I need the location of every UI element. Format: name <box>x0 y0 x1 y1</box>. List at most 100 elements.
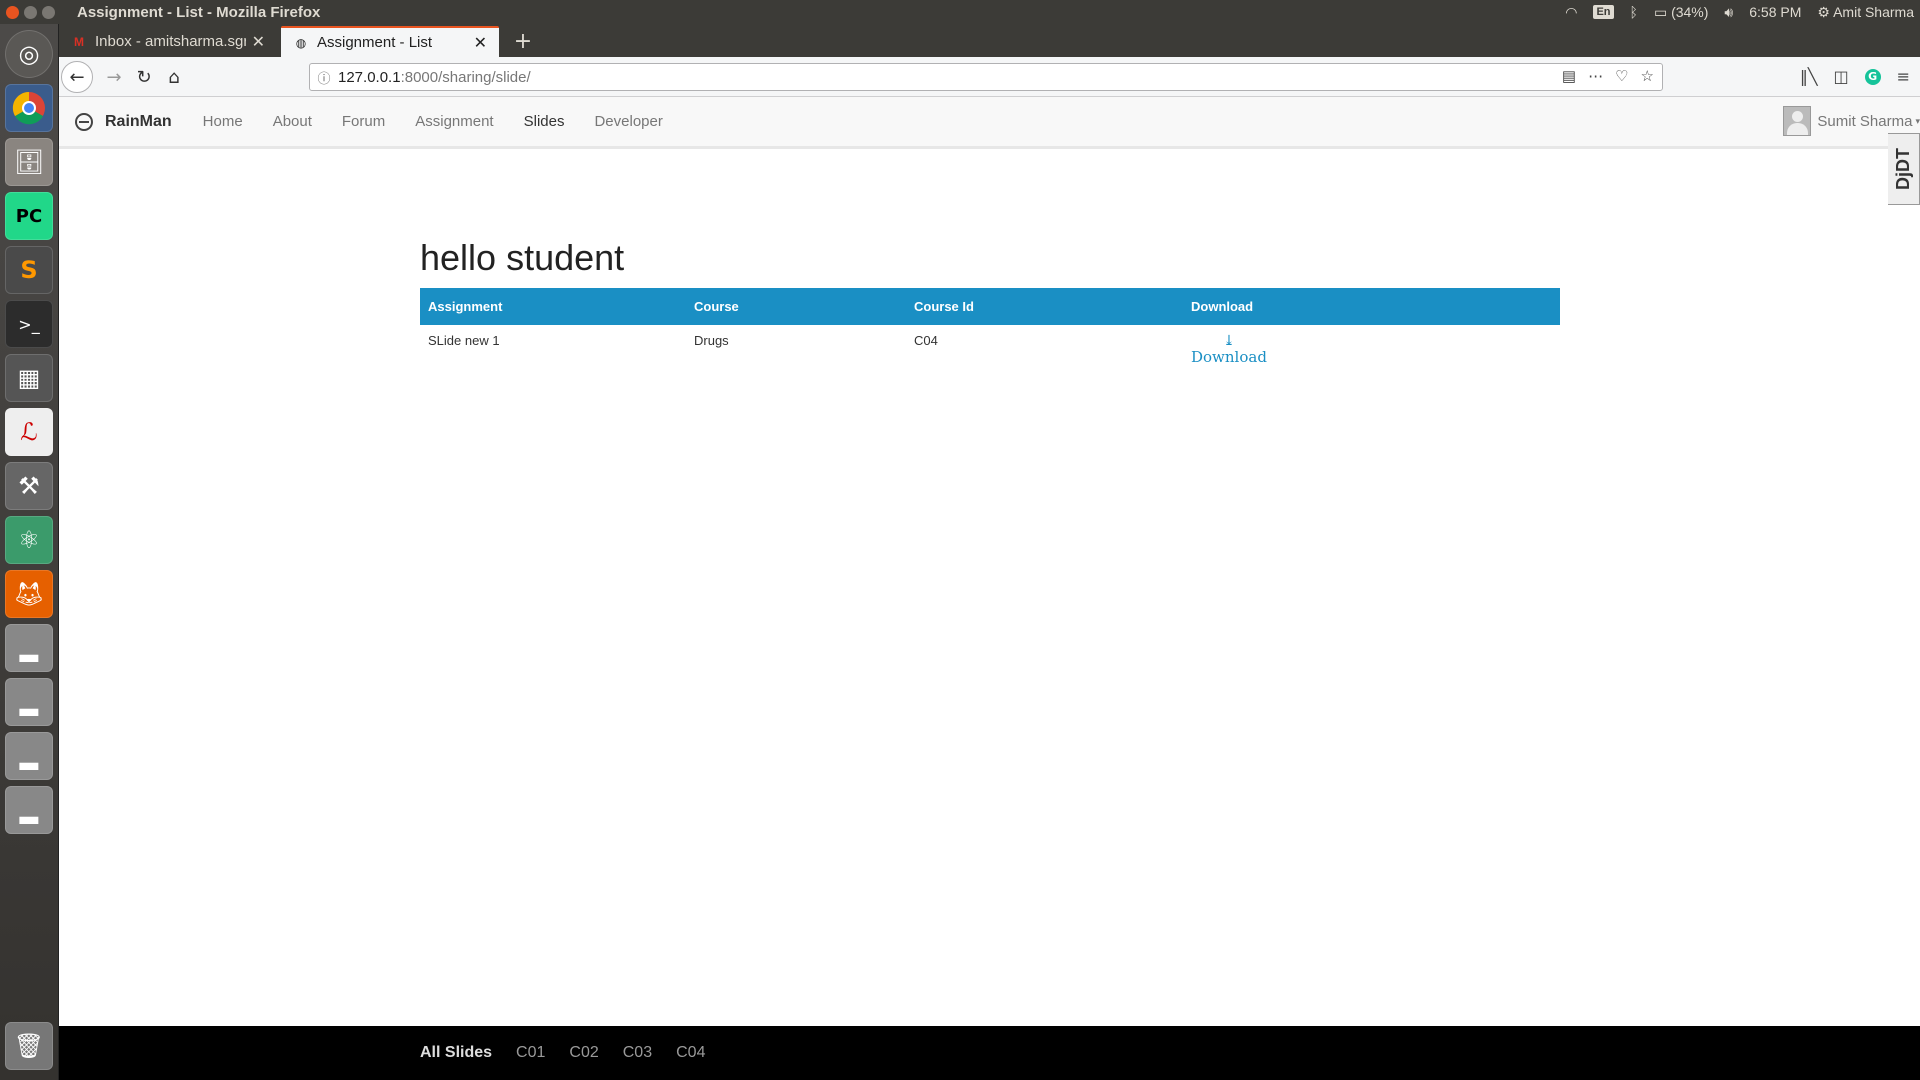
window-maximize-button[interactable] <box>42 5 55 19</box>
system-top-panel: Assignment - List - Mozilla Firefox ◠ En… <box>0 0 1920 24</box>
brand-logo-icon <box>75 112 93 131</box>
reload-button[interactable]: ↻ <box>129 62 159 92</box>
page-content: RainMan Home About Forum Assignment Slid… <box>59 97 1920 1080</box>
toolbar-right: ‖╲ ◫ G ≡ <box>1800 67 1910 86</box>
nav-assignment[interactable]: Assignment <box>400 113 508 130</box>
close-icon[interactable]: ✕ <box>474 33 487 53</box>
workspaces-icon[interactable]: ▦ <box>5 354 53 402</box>
system-indicators: ◠ En ᛒ ▭ (34%) 🔊︎ 6:58 PM ⚙ Amit Sharma <box>1565 0 1914 24</box>
sublime-icon[interactable]: S <box>5 246 53 294</box>
pycharm-icon[interactable]: PC <box>5 192 53 240</box>
site-nav-links: Home About Forum Assignment Slides Devel… <box>188 113 678 130</box>
download-icon: ⤓ <box>1223 333 1235 349</box>
brand[interactable]: RainMan <box>75 112 172 131</box>
settings-icon[interactable]: ⚒ <box>5 462 53 510</box>
nav-slides[interactable]: Slides <box>509 113 580 130</box>
trash-icon[interactable]: 🗑︎ <box>5 1022 53 1070</box>
battery-percent: (34%) <box>1671 3 1709 20</box>
brand-name: RainMan <box>105 112 172 130</box>
site-navbar: RainMan Home About Forum Assignment Slid… <box>59 97 1920 149</box>
tab-assignment-list[interactable]: ◍ Assignment - List ✕ <box>281 26 499 57</box>
bookmark-star-icon[interactable]: ☆ <box>1641 67 1654 85</box>
sidebar-icon[interactable]: ◫ <box>1833 67 1848 86</box>
caret-down-icon: ▾ <box>1915 115 1920 126</box>
grammarly-icon[interactable]: G <box>1864 68 1881 85</box>
url-path: :8000/sharing/slide/ <box>400 68 531 86</box>
new-tab-button[interactable]: + <box>507 26 539 57</box>
slides-filter-footer: All Slides C01 C02 C03 C04 <box>59 1026 1920 1080</box>
column-header-course-id: Course Id <box>914 299 974 314</box>
site-info-icon[interactable]: ⓘ <box>310 68 338 87</box>
download-label: Download <box>1191 348 1267 366</box>
cell-download: ⤓ Download <box>1183 325 1560 374</box>
django-debug-toolbar-handle[interactable]: DjDT <box>1888 133 1920 205</box>
clock[interactable]: 6:58 PM <box>1749 4 1801 20</box>
unity-launcher: ◎ 🗄︎ PC S >_ ▦ ℒ ⚒ ⚛ 🦊︎ ▂ ▂ ▂ ▂ 🗑︎ <box>0 24 59 1080</box>
table-row: SLide new 1 Drugs C04 ⤓ Download <box>420 325 1560 374</box>
drive-icon[interactable]: ▂ <box>5 732 53 780</box>
nav-developer[interactable]: Developer <box>579 113 677 130</box>
library-icon[interactable]: ‖╲ <box>1800 67 1818 86</box>
home-button[interactable]: ⌂ <box>159 62 189 92</box>
atom-icon[interactable]: ⚛ <box>5 516 53 564</box>
close-icon[interactable]: ✕ <box>252 32 265 52</box>
battery-indicator[interactable]: ▭ (34%) <box>1654 4 1708 21</box>
window-close-button[interactable] <box>6 5 19 19</box>
sublime-label: S <box>20 256 38 284</box>
drive-icon[interactable]: ▂ <box>5 624 53 672</box>
browser-tab-bar: M Inbox - amitsharma.sgrs ✕ ◍ Assignment… <box>59 24 1920 57</box>
filter-c02[interactable]: C02 <box>569 1044 598 1062</box>
page-actions-icon[interactable]: ⋯ <box>1588 67 1603 85</box>
table-header-row: Assignment Course Course Id Download <box>420 288 1560 325</box>
firefox-icon[interactable]: 🦊︎ <box>5 570 53 618</box>
bluetooth-icon[interactable]: ᛒ <box>1630 4 1638 20</box>
filter-c04[interactable]: C04 <box>676 1044 705 1062</box>
user-name: Sumit Sharma <box>1817 112 1913 130</box>
download-link[interactable]: ⤓ Download <box>1191 334 1267 366</box>
cell-course-id: C04 <box>914 333 938 348</box>
reader-view-icon[interactable]: ▤ <box>1562 67 1576 85</box>
pycharm-label: PC <box>15 205 43 227</box>
tab-inbox[interactable]: M Inbox - amitsharma.sgrs ✕ <box>59 26 277 57</box>
menu-icon[interactable]: ≡ <box>1897 67 1910 86</box>
chrome-icon[interactable] <box>5 84 53 132</box>
back-button[interactable]: ← <box>61 61 93 93</box>
ubuntu-dash-icon[interactable]: ◎ <box>5 30 53 78</box>
window-controls <box>6 5 55 19</box>
cell-course: Drugs <box>694 333 729 348</box>
window-minimize-button[interactable] <box>24 5 37 19</box>
document-viewer-icon[interactable]: ℒ <box>5 408 53 456</box>
drive-icon[interactable]: ▂ <box>5 678 53 726</box>
pocket-icon[interactable]: ♡ <box>1615 67 1628 85</box>
tab-label: Inbox - amitsharma.sgrs <box>95 33 246 50</box>
terminal-icon[interactable]: >_ <box>5 300 53 348</box>
chrome-logo-icon <box>12 91 45 125</box>
cell-assignment: SLide new 1 <box>428 333 500 348</box>
url-host: 127.0.0.1 <box>338 68 401 86</box>
column-header-course: Course <box>694 299 739 314</box>
drive-icon[interactable]: ▂ <box>5 786 53 834</box>
volume-icon[interactable]: 🔊︎ <box>1724 4 1733 21</box>
nav-about[interactable]: About <box>258 113 327 130</box>
url-bar[interactable]: ⓘ 127.0.0.1:8000/sharing/slide/ ▤ ⋯ ♡ ☆ <box>309 63 1663 91</box>
user-session-menu[interactable]: ⚙ Amit Sharma <box>1817 4 1914 21</box>
column-header-assignment: Assignment <box>428 299 503 314</box>
nav-forum[interactable]: Forum <box>327 113 400 130</box>
forward-button[interactable]: → <box>99 62 129 92</box>
column-header-download: Download <box>1191 299 1254 314</box>
gmail-icon: M <box>74 34 84 49</box>
filter-c01[interactable]: C01 <box>516 1044 545 1062</box>
nav-home[interactable]: Home <box>188 113 258 130</box>
page-heading: hello student <box>420 237 625 278</box>
filter-c03[interactable]: C03 <box>623 1044 652 1062</box>
files-icon[interactable]: 🗄︎ <box>5 138 53 186</box>
user-menu[interactable]: Sumit Sharma ▾ <box>1783 106 1920 136</box>
keyboard-layout-indicator[interactable]: En <box>1593 5 1614 19</box>
window-title: Assignment - List - Mozilla Firefox <box>77 3 321 21</box>
wifi-icon[interactable]: ◠ <box>1565 4 1577 21</box>
avatar <box>1783 106 1812 136</box>
globe-icon: ◍ <box>295 35 307 50</box>
filter-all-slides[interactable]: All Slides <box>420 1044 492 1062</box>
url-actions: ▤ ⋯ ♡ ☆ <box>1562 67 1654 85</box>
gear-icon: ⚙ <box>1817 3 1830 20</box>
